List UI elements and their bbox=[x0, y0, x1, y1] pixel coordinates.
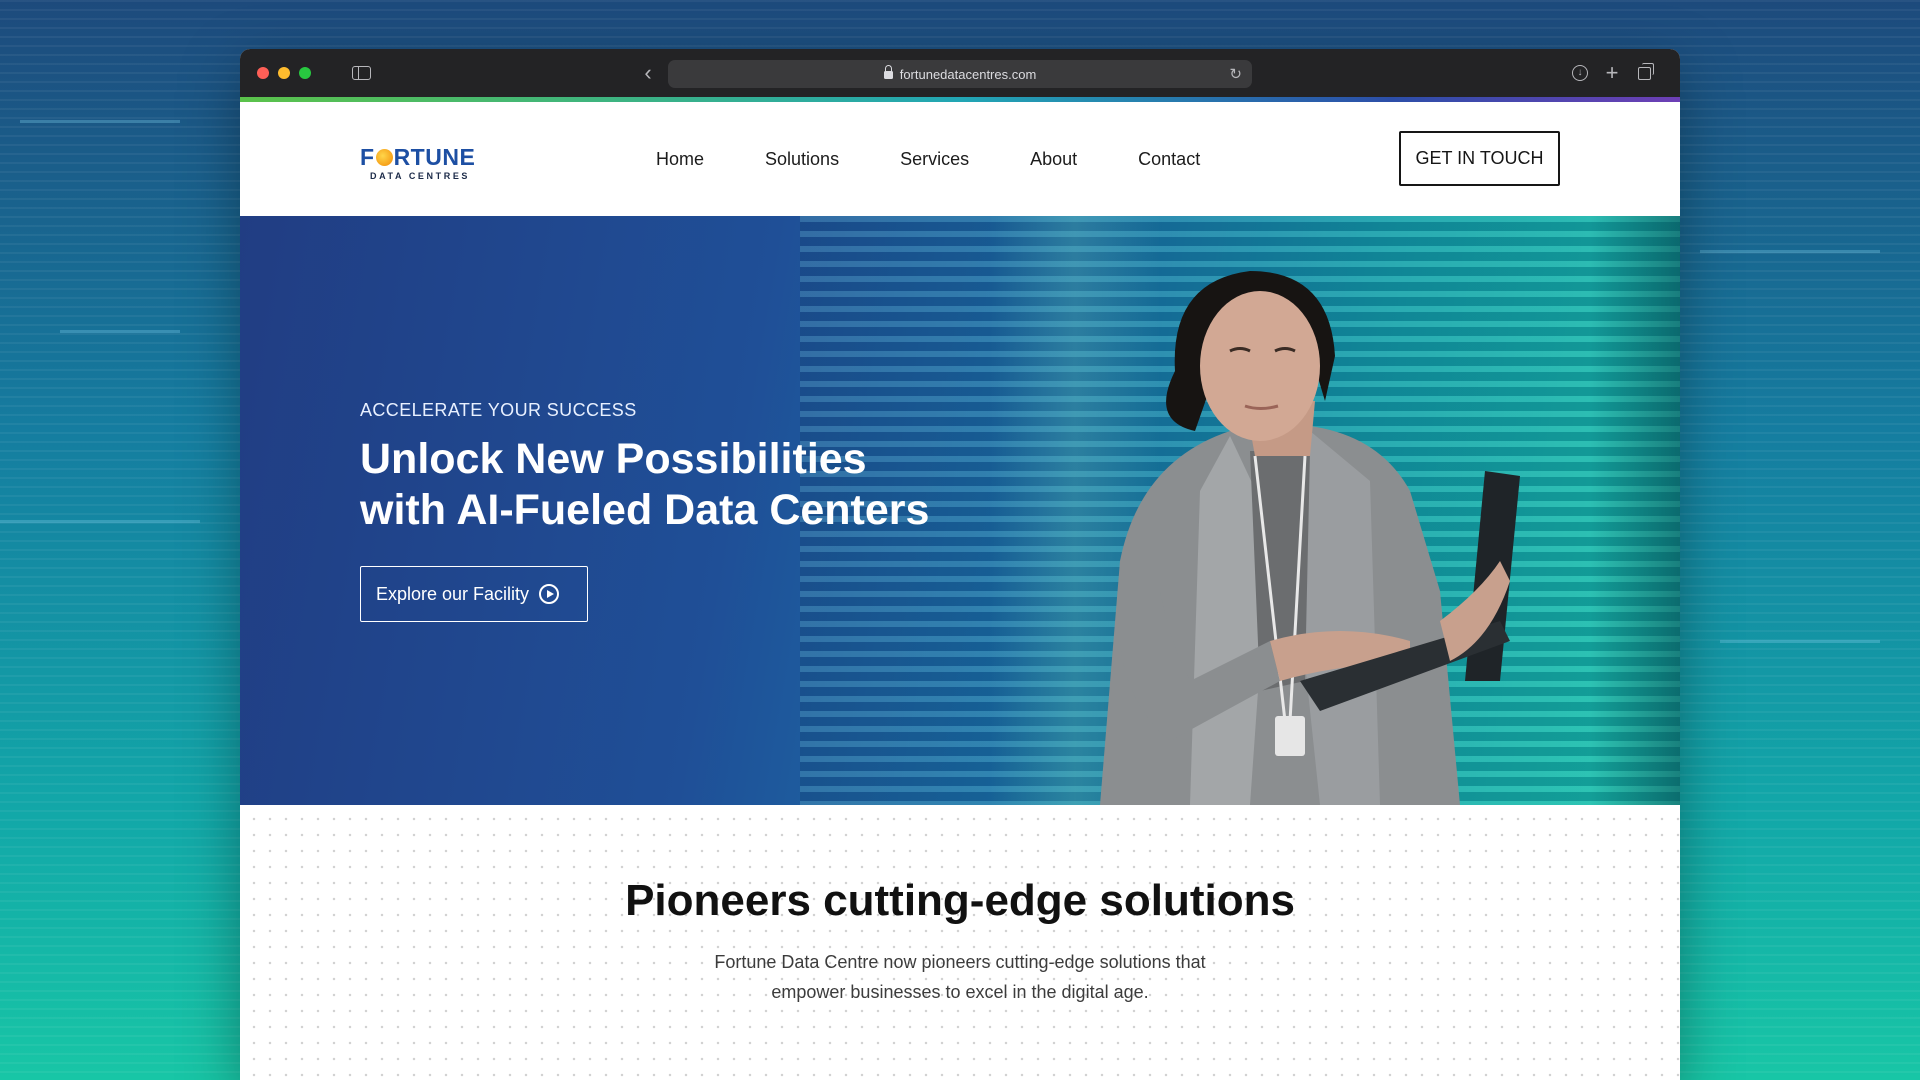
tabs-overview-icon[interactable] bbox=[1634, 62, 1654, 83]
get-in-touch-button[interactable]: GET IN TOUCH bbox=[1399, 131, 1560, 186]
new-tab-icon[interactable]: + bbox=[1602, 62, 1622, 84]
background-streak bbox=[60, 330, 180, 333]
url-text: fortunedatacentres.com bbox=[899, 66, 1037, 82]
hero-title-line2: with AI-Fueled Data Centers bbox=[360, 486, 930, 534]
nav-services[interactable]: Services bbox=[900, 149, 969, 170]
background-streak bbox=[1700, 250, 1880, 253]
browser-window: ‹ › fortunedatacentres.com ↻ ↓ + F RTUNE… bbox=[240, 49, 1680, 1080]
logo-subtitle: DATA CENTRES bbox=[370, 171, 471, 181]
zoom-window-button[interactable] bbox=[299, 67, 311, 79]
play-circle-icon bbox=[539, 584, 560, 604]
hero-eyebrow: ACCELERATE YOUR SUCCESS bbox=[360, 400, 637, 420]
hero-shadow bbox=[1590, 216, 1680, 805]
section-text: Fortune Data Centre now pioneers cutting… bbox=[714, 952, 1206, 1002]
hero-title-line1: Unlock New Possibilities bbox=[360, 435, 867, 483]
site-header: F RTUNE DATA CENTRES Home Solutions Serv… bbox=[240, 102, 1680, 216]
woman-with-laptop-image bbox=[1100, 271, 1520, 805]
section-title: Pioneers cutting-edge solutions bbox=[625, 876, 1295, 925]
main-nav: Home Solutions Services About Contact bbox=[656, 102, 1261, 216]
pioneers-section: Pioneers cutting-edge solutions Fortune … bbox=[240, 805, 1680, 1080]
nav-solutions[interactable]: Solutions bbox=[765, 149, 839, 170]
explore-facility-label: Explore our Facility bbox=[376, 583, 530, 604]
browser-toolbar: ‹ › fortunedatacentres.com ↻ ↓ + bbox=[240, 49, 1680, 97]
nav-about[interactable]: About bbox=[1030, 149, 1077, 170]
lock-icon bbox=[883, 64, 893, 81]
logo-sun-icon bbox=[375, 149, 393, 166]
background-streak bbox=[1720, 640, 1880, 643]
minimize-window-button[interactable] bbox=[278, 67, 290, 79]
hero-banner: ACCELERATE YOUR SUCCESS Unlock New Possi… bbox=[240, 216, 1680, 805]
logo-letters: RTUNE bbox=[393, 144, 476, 170]
logo[interactable]: F RTUNE DATA CENTRES bbox=[360, 146, 480, 182]
reload-icon[interactable]: ↻ bbox=[1229, 65, 1242, 83]
address-bar[interactable]: fortunedatacentres.com ↻ bbox=[668, 60, 1252, 88]
back-icon[interactable]: ‹ bbox=[638, 62, 658, 84]
window-controls bbox=[257, 67, 311, 79]
hero-title: Unlock New Possibilities with AI-Fueled … bbox=[360, 434, 1000, 536]
logo-letter: F bbox=[360, 144, 375, 170]
sidebar-toggle-icon[interactable] bbox=[351, 63, 371, 83]
background-streak bbox=[0, 520, 200, 523]
close-window-button[interactable] bbox=[257, 67, 269, 79]
explore-facility-button[interactable]: Explore our Facility bbox=[360, 566, 588, 622]
logo-wordmark: F RTUNE bbox=[360, 146, 480, 169]
nav-contact[interactable]: Contact bbox=[1138, 149, 1200, 170]
nav-home[interactable]: Home bbox=[656, 149, 704, 170]
download-icon[interactable]: ↓ bbox=[1570, 63, 1590, 83]
background-streak bbox=[20, 120, 180, 123]
